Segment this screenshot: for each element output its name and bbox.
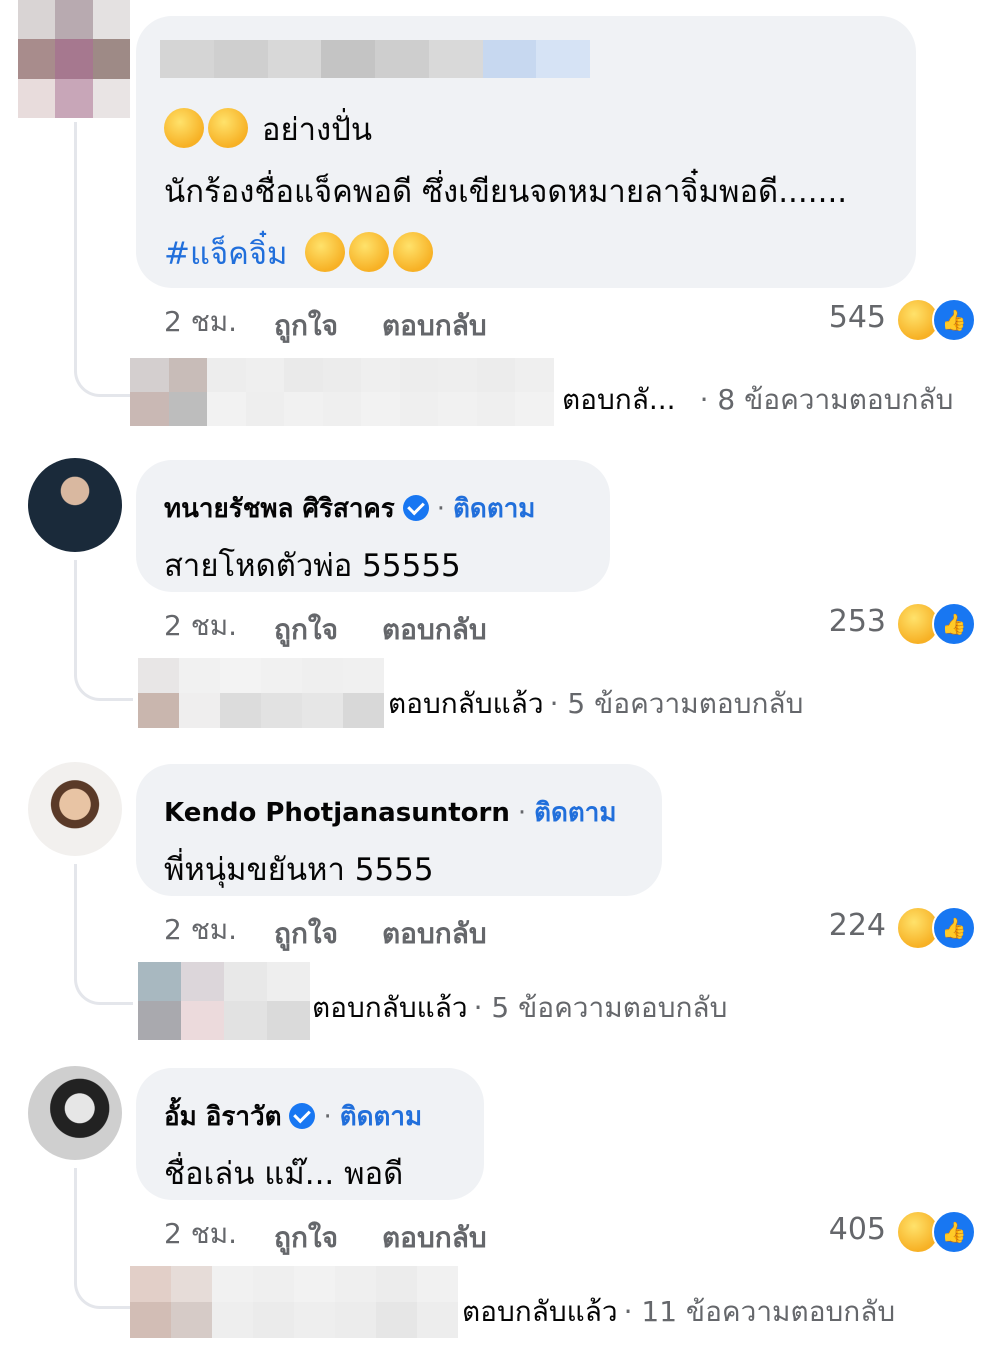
reply-button[interactable]: ตอบกลับ <box>382 912 487 956</box>
thread-line <box>74 560 133 701</box>
comment-text: ชื่อเล่น แม๊... พอดี <box>164 1156 404 1192</box>
verified-badge-icon <box>289 1103 316 1129</box>
verified-badge-icon <box>402 495 429 521</box>
reply-preview-blurred[interactable] <box>138 658 384 728</box>
reaction-count[interactable]: 545 <box>806 300 886 335</box>
like-reaction-icon: 👍 <box>932 906 976 950</box>
thread-line <box>74 1168 133 1309</box>
reaction-count[interactable]: 224 <box>806 908 886 943</box>
comment-time[interactable]: 2 ชม. <box>164 604 237 648</box>
avatar[interactable] <box>28 1066 122 1160</box>
author-name-line: ทนายรัชพล ศิริสาคร · ติดตาม <box>164 494 536 524</box>
hashtag-link[interactable]: #แจ็คจิ๋ม <box>164 236 287 272</box>
rofl-emoji-icon <box>208 108 248 148</box>
author-name[interactable]: ทนายรัชพล ศิริสาคร <box>164 494 395 524</box>
view-replies[interactable]: ตอบกลั... · 8 ข้อความตอบกลับ <box>562 378 953 422</box>
comment-text-line2: นักร้องชื่อแจ็คพอดี ซึ่งเขียนจดหมายลาจิ๋… <box>164 174 848 210</box>
comment-text: พี่หนุ่มขยันหา 5555 <box>164 852 434 888</box>
hashtag-line: #แจ็คจิ๋ม <box>164 228 437 278</box>
laughing-emoji-icon <box>349 232 390 272</box>
reply-button[interactable]: ตอบกลับ <box>382 1216 487 1260</box>
author-name-line: อั้ม อิราวัต · ติดตาม <box>164 1102 423 1132</box>
reply-button[interactable]: ตอบกลับ <box>382 304 487 348</box>
author-name-line: Kendo Photjanasuntorn · ติดตาม <box>164 798 617 828</box>
follow-button[interactable]: ติดตาม <box>340 1102 422 1132</box>
author-name[interactable]: อั้ม อิราวัต <box>164 1102 281 1132</box>
comment-text: อย่างปั่น <box>164 104 372 154</box>
like-button[interactable]: ถูกใจ <box>274 912 338 956</box>
thread-line <box>74 122 133 397</box>
flushed-emoji-icon <box>305 232 346 272</box>
author-name-blurred[interactable] <box>160 40 590 78</box>
view-replies[interactable]: ตอบกลับแล้ว · 11 ข้อความตอบกลับ <box>462 1290 895 1334</box>
laughing-emoji-icon <box>164 108 204 148</box>
comment-time[interactable]: 2 ชม. <box>164 300 237 344</box>
reply-button[interactable]: ตอบกลับ <box>382 608 487 652</box>
comment-time[interactable]: 2 ชม. <box>164 908 237 952</box>
like-button[interactable]: ถูกใจ <box>274 608 338 652</box>
view-replies[interactable]: ตอบกลับแล้ว · 5 ข้อความตอบกลับ <box>388 682 803 726</box>
follow-button[interactable]: ติดตาม <box>453 494 535 524</box>
like-reaction-icon: 👍 <box>932 602 976 646</box>
avatar-blurred[interactable] <box>18 0 130 118</box>
comment-text: สายโหดตัวพ่อ 55555 <box>164 548 461 584</box>
reply-preview-blurred[interactable] <box>130 358 554 426</box>
like-button[interactable]: ถูกใจ <box>274 304 338 348</box>
reply-preview-blurred[interactable] <box>130 1266 458 1338</box>
view-replies[interactable]: ตอบกลับแล้ว · 5 ข้อความตอบกลับ <box>312 986 727 1030</box>
like-reaction-icon: 👍 <box>932 298 976 342</box>
author-name[interactable]: Kendo Photjanasuntorn <box>164 798 510 828</box>
like-reaction-icon: 👍 <box>932 1210 976 1254</box>
follow-button[interactable]: ติดตาม <box>534 798 616 828</box>
rofl-emoji-icon <box>393 232 434 272</box>
comment-time[interactable]: 2 ชม. <box>164 1212 237 1256</box>
thread-line <box>74 864 133 1005</box>
reply-preview-blurred[interactable] <box>138 962 310 1040</box>
reaction-count[interactable]: 405 <box>806 1212 886 1247</box>
avatar[interactable] <box>28 458 122 552</box>
like-button[interactable]: ถูกใจ <box>274 1216 338 1260</box>
avatar[interactable] <box>28 762 122 856</box>
reaction-count[interactable]: 253 <box>806 604 886 639</box>
